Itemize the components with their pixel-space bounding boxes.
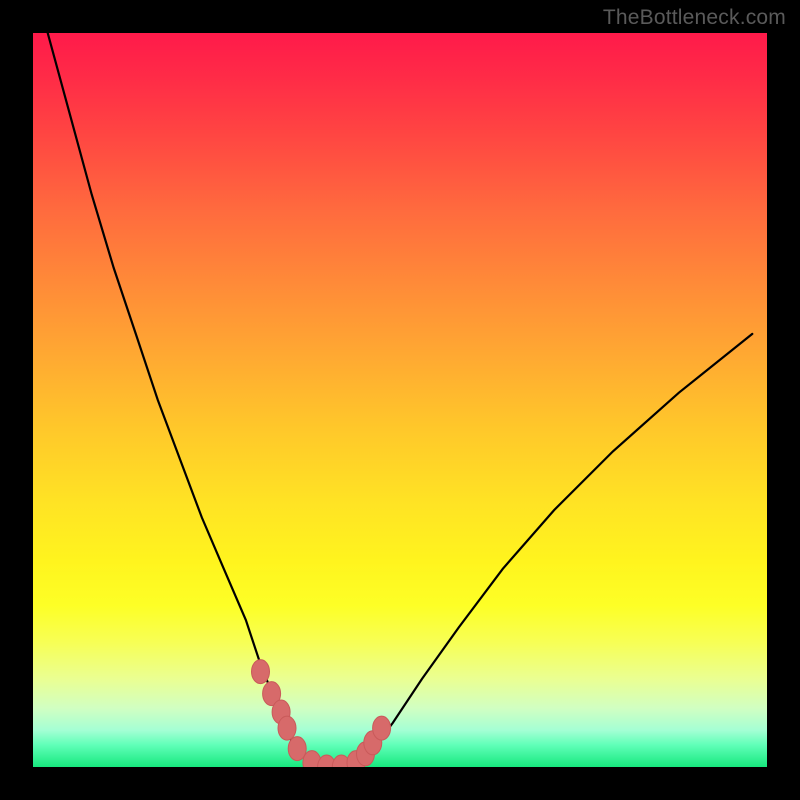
highlight-markers [252, 660, 391, 767]
bottleneck-curve [48, 33, 753, 767]
curve-layer [33, 33, 767, 767]
highlight-marker [252, 660, 270, 684]
plot-area [33, 33, 767, 767]
highlight-marker [278, 716, 296, 740]
highlight-marker [373, 716, 391, 740]
watermark-text: TheBottleneck.com [603, 6, 786, 30]
chart-frame: TheBottleneck.com [0, 0, 800, 800]
